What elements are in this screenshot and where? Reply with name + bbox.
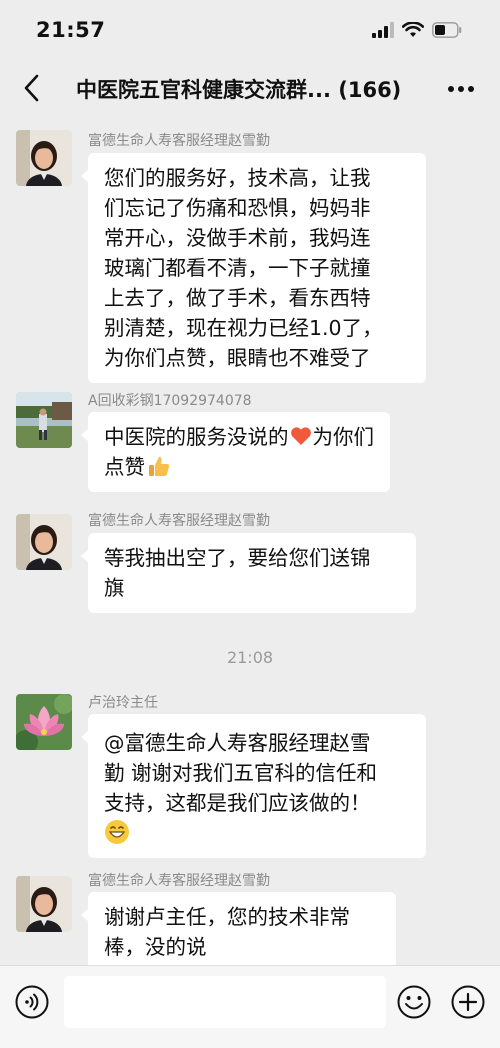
voice-icon[interactable] [14, 984, 50, 1020]
chat-header: 中医院五官科健康交流群... (166) [0, 60, 500, 118]
message-text: 谢谢卢主任，您的技术非常 [104, 905, 350, 929]
emoji-icon[interactable] [396, 984, 432, 1020]
message-bubble[interactable]: 等我抽出空了，要给您们送锦 旗 [81, 533, 416, 613]
message-text: 常开心，没做手术前，我妈连 [104, 226, 371, 250]
wifi-icon [402, 22, 424, 37]
back-icon[interactable] [18, 72, 46, 104]
input-bar [0, 965, 500, 1048]
message-bubble[interactable]: 您们的服务好，技术高，让我 们忘记了伤痛和恐惧，妈妈非 常开心，没做手术前，我妈… [81, 153, 426, 383]
message-text: 别清楚，现在视力已经1.0了， [104, 316, 383, 340]
message-input[interactable] [64, 976, 386, 1028]
grin-emoji-icon [105, 820, 129, 844]
sender-name: 富德生命人寿客服经理赵雪勤 [88, 513, 270, 529]
sender-name: 卢治玲主任 [88, 695, 158, 711]
message-bubble[interactable]: 中医院的服务没说的 为你们 点赞 [81, 412, 390, 492]
signal-icon [372, 22, 394, 38]
message-text: 勤 谢谢对我们五官科的信任和 [104, 761, 378, 785]
message-text: 旗 [104, 576, 125, 600]
avatar[interactable] [16, 514, 72, 570]
battery-icon [432, 22, 462, 38]
message-bubble[interactable]: @富德生命人寿客服经理赵雪 勤 谢谢对我们五官科的信任和 支持，这都是我们应该做… [81, 714, 426, 858]
sender-name: 富德生命人寿客服经理赵雪勤 [88, 133, 270, 149]
message-text: 为你们 [312, 425, 375, 449]
sender-name: A回收彩钢17092974078 [88, 393, 252, 409]
avatar[interactable] [16, 130, 72, 186]
message-bubble[interactable]: 谢谢卢主任，您的技术非常 棒，没的说 [81, 892, 396, 965]
message-text: 为你们点赞，眼睛也不难受了 [104, 346, 371, 370]
message-text: 棒，没的说 [104, 935, 207, 959]
avatar[interactable] [16, 694, 72, 750]
more-icon[interactable] [444, 72, 478, 106]
message-text: @富德生命人寿客服经理赵雪 [104, 731, 371, 755]
message-text: 点赞 [104, 455, 145, 479]
message-text: 们忘记了伤痛和恐惧，妈妈非 [104, 196, 371, 220]
message-text: 您们的服务好，技术高，让我 [104, 166, 371, 190]
message-text: 玻璃门都看不清，一下子就撞 [104, 256, 371, 280]
chat-area[interactable]: 富德生命人寿客服经理赵雪勤 您们的服务好，技术高，让我 们忘记了伤痛和恐惧，妈妈… [0, 118, 500, 965]
heart-emoji-icon [290, 427, 311, 445]
message-text: 等我抽出空了，要给您们送锦 [104, 546, 371, 570]
chat-title: 中医院五官科健康交流群... (166) [76, 78, 402, 102]
time-separator: 21:08 [226, 648, 274, 667]
avatar[interactable] [16, 876, 72, 932]
sender-name: 富德生命人寿客服经理赵雪勤 [88, 873, 270, 889]
status-icons [372, 22, 462, 38]
avatar[interactable] [16, 392, 72, 448]
message-text: 中医院的服务没说的 [104, 425, 289, 449]
plus-icon[interactable] [450, 984, 486, 1020]
thumbs-up-emoji-icon [149, 457, 170, 476]
status-bar: 21:57 [0, 0, 500, 60]
status-time: 21:57 [36, 18, 106, 42]
message-text: 支持，这都是我们应该做的！ [104, 791, 371, 815]
message-text: 上去了，做了手术，看东西特 [104, 286, 371, 310]
